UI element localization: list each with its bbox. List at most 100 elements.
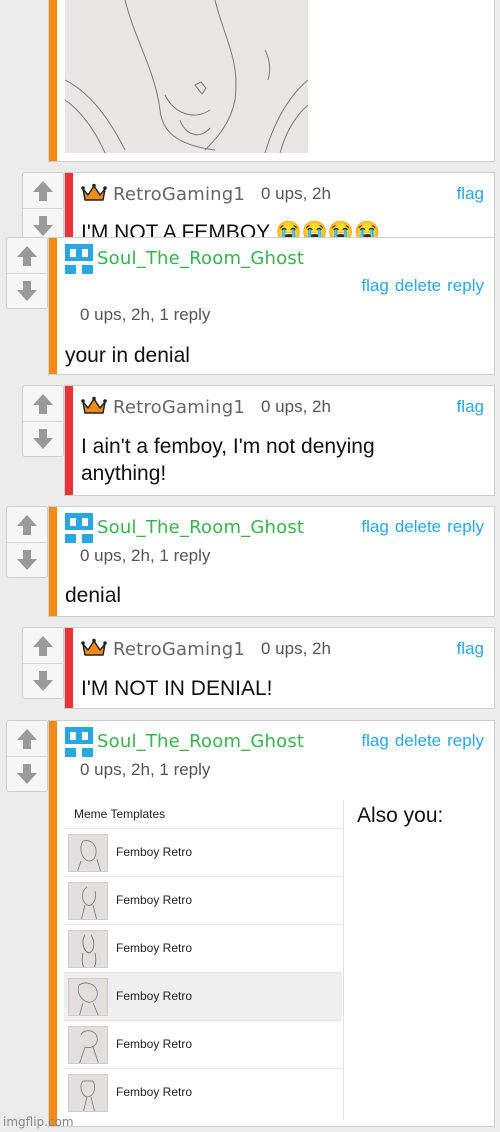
downvote-arrow-icon: [17, 281, 37, 301]
meme-template-item[interactable]: Femboy Retro: [64, 1020, 342, 1068]
downvote-button[interactable]: [23, 663, 63, 698]
upvote-arrow-icon: [33, 635, 53, 656]
ghost-avatar-icon: [65, 244, 93, 274]
meme-template-label: Femboy Retro: [116, 941, 193, 955]
upvote-button[interactable]: [7, 238, 47, 273]
flag-link[interactable]: flag: [361, 731, 388, 750]
thread-bar: [49, 238, 57, 374]
comment-text: I'M NOT IN DENIAL!: [81, 677, 273, 700]
vote-box: [22, 385, 64, 457]
vote-box: [22, 172, 64, 244]
comment-card: RetroGaming1 0 ups, 2h flag I ain't a fe…: [64, 385, 495, 496]
reply-link[interactable]: reply: [447, 276, 484, 295]
comment-actions: flag delete reply: [355, 276, 484, 296]
meme-template-item[interactable]: Femboy Retro: [64, 924, 342, 972]
crown-icon: [81, 183, 107, 201]
vote-box: [22, 627, 64, 699]
comment-actions: flag delete reply: [355, 517, 484, 537]
upvote-button[interactable]: [23, 173, 63, 208]
comment-text: denial: [65, 584, 122, 607]
sketch-thumbnail: [68, 978, 108, 1016]
delete-link[interactable]: delete: [395, 276, 441, 295]
reply-link[interactable]: reply: [447, 517, 484, 536]
flag-link[interactable]: flag: [457, 639, 484, 658]
imgflip-watermark: imgflip.com: [3, 1115, 74, 1129]
downvote-button[interactable]: [7, 542, 47, 577]
comment-card: Soul_The_Room_Ghost 0 ups, 2h, 1 reply f…: [48, 506, 495, 617]
meme-template-label: Femboy Retro: [116, 1085, 193, 1099]
vote-box: [6, 720, 48, 792]
upvote-arrow-icon: [17, 245, 37, 266]
crown-icon: [81, 396, 107, 414]
downvote-arrow-icon: [33, 216, 53, 236]
downvote-arrow-icon: [33, 671, 53, 691]
crown-icon: [81, 638, 107, 656]
upvote-arrow-icon: [33, 393, 53, 414]
sketch-thumbnail: [68, 930, 108, 968]
vote-box: [6, 237, 48, 309]
sketch-thumbnail: [68, 882, 108, 920]
flag-link[interactable]: flag: [361, 276, 388, 295]
meme-template-item-selected[interactable]: Femboy Retro: [64, 972, 342, 1020]
meme-template-item[interactable]: Femboy Retro: [64, 876, 342, 924]
image-comment-card: [48, 0, 495, 162]
comment-actions: flag: [451, 397, 484, 417]
flag-link[interactable]: flag: [457, 397, 484, 416]
thread-bar: [49, 0, 57, 161]
meme-template-label: Femboy Retro: [116, 989, 193, 1003]
upvote-button[interactable]: [7, 721, 47, 756]
vote-box: [6, 506, 48, 578]
comment-meta: 0 ups, 2h, 1 reply: [80, 546, 211, 565]
upvote-arrow-icon: [33, 180, 53, 201]
comment-card: Soul_The_Room_Ghost 0 ups, 2h, 1 reply f…: [48, 237, 495, 375]
flag-link[interactable]: flag: [361, 517, 388, 536]
downvote-arrow-icon: [33, 429, 53, 449]
thread-bar: [49, 507, 57, 616]
comment-actions: flag: [451, 184, 484, 204]
delete-link[interactable]: delete: [395, 731, 441, 750]
sketch-thumbnail: [68, 834, 108, 872]
reply-bar: [65, 386, 73, 495]
upvote-button[interactable]: [23, 628, 63, 663]
downvote-button[interactable]: [7, 756, 47, 791]
flag-link[interactable]: flag: [457, 184, 484, 203]
comment-meta: 0 ups, 2h, 1 reply: [80, 760, 211, 779]
meme-template-label: Femboy Retro: [116, 845, 193, 859]
comment-text: I ain't a femboy, I'm not denying anythi…: [81, 435, 375, 485]
comment-card: RetroGaming1 0 ups, 2h flag I'M NOT IN D…: [64, 627, 495, 709]
meme-template-label: Femboy Retro: [116, 893, 193, 907]
ghost-avatar-icon: [65, 513, 93, 543]
comment-actions: flag: [451, 639, 484, 659]
upvote-arrow-icon: [17, 514, 37, 535]
downvote-button[interactable]: [23, 421, 63, 456]
username-link[interactable]: RetroGaming1: [113, 397, 245, 418]
thread-bar: [49, 721, 57, 1126]
meme-template-label: Femboy Retro: [116, 1037, 193, 1051]
username-link[interactable]: Soul_The_Room_Ghost: [97, 517, 304, 538]
upvote-button[interactable]: [23, 386, 63, 421]
reply-link[interactable]: reply: [447, 731, 484, 750]
username-link[interactable]: Soul_The_Room_Ghost: [97, 731, 304, 752]
upvote-button[interactable]: [7, 507, 47, 542]
comment-meta: 0 ups, 2h: [261, 639, 331, 658]
downvote-button[interactable]: [7, 273, 47, 308]
sketch-image: [65, 0, 308, 153]
delete-link[interactable]: delete: [395, 517, 441, 536]
username-link[interactable]: Soul_The_Room_Ghost: [97, 248, 304, 269]
sketch-thumbnail: [68, 1074, 108, 1112]
downvote-arrow-icon: [17, 764, 37, 784]
username-link[interactable]: RetroGaming1: [113, 639, 245, 660]
comment-meta: 0 ups, 2h, 1 reply: [80, 305, 211, 324]
downvote-arrow-icon: [17, 550, 37, 570]
comment-text: your in denial: [65, 344, 190, 367]
meme-panel-title: Meme Templates: [74, 807, 166, 821]
ghost-avatar-icon: [65, 727, 93, 757]
reply-bar: [65, 628, 73, 708]
comment-meta: 0 ups, 2h: [261, 397, 331, 416]
sketch-thumbnail: [68, 1026, 108, 1064]
meme-template-item[interactable]: Femboy Retro: [64, 828, 342, 876]
username-link[interactable]: RetroGaming1: [113, 184, 245, 205]
meme-template-item[interactable]: Femboy Retro: [64, 1068, 342, 1116]
comment-meta: 0 ups, 2h: [261, 184, 331, 203]
comment-actions: flag delete reply: [355, 731, 484, 751]
